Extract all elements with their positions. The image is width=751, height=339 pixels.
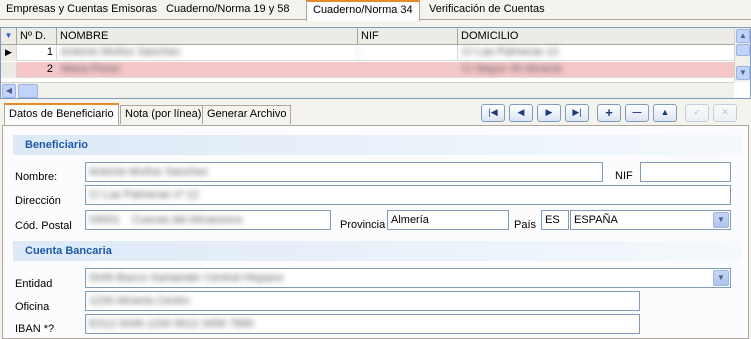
grid-header: ▼ Nº D. NOMBRE NIF DOMICILIO xyxy=(1,28,734,45)
tab-empresas[interactable]: Empresas y Cuentas Emisoras xyxy=(0,0,163,20)
scroll-up-icon[interactable]: ▲ xyxy=(736,29,750,43)
top-tab-bar: Empresas y Cuentas Emisoras Cuaderno/Nor… xyxy=(0,0,751,21)
nombre-field[interactable]: Antonio Muñoz Sanchez xyxy=(85,162,603,182)
row-header xyxy=(1,62,17,78)
cell-num: 2 xyxy=(17,62,57,78)
up-icon[interactable]: ▲ xyxy=(653,104,677,122)
nif-field[interactable] xyxy=(640,162,731,182)
iban-field[interactable]: ES12 0049 1234 5612 3456 7890 xyxy=(85,314,640,334)
col-nombre[interactable]: NOMBRE xyxy=(57,28,358,45)
col-nif[interactable]: NIF xyxy=(358,28,458,45)
grid-horizontal-scrollbar[interactable]: ◀ xyxy=(1,82,734,98)
prev-record-icon[interactable]: ◀ xyxy=(509,104,533,122)
hscroll-thumb[interactable] xyxy=(18,84,38,98)
chevron-down-icon[interactable]: ▼ xyxy=(713,212,729,228)
cell-domicilio: C/ Las Palmeras 12 xyxy=(462,46,559,58)
cell-nombre: Maria Perez xyxy=(57,62,358,78)
tab-verificacion[interactable]: Verificación de Cuentas xyxy=(423,0,551,20)
col-num[interactable]: Nº D. xyxy=(17,28,57,45)
grid-vertical-scrollbar[interactable]: ▲ ▼ xyxy=(734,28,750,82)
pais-code-field[interactable]: ES xyxy=(541,210,569,230)
tab-cuaderno-19-58[interactable]: Cuaderno/Norma 19 y 58 xyxy=(160,0,296,20)
beneficiary-panel: Beneficiario Nombre: Antonio Muñoz Sanch… xyxy=(2,125,749,339)
oficina-label: Oficina xyxy=(15,301,50,313)
tab-datos-beneficiario[interactable]: Datos de Beneficiario xyxy=(4,103,119,125)
nif-label: NIF xyxy=(615,170,633,182)
next-record-icon[interactable]: ▶ xyxy=(537,104,561,122)
nombre-label: Nombre: xyxy=(15,171,58,183)
triangle-down-icon[interactable]: ▼ xyxy=(1,28,17,45)
provincia-field[interactable]: Almería xyxy=(387,210,509,230)
entidad-label: Entidad xyxy=(15,278,53,290)
cell-nif xyxy=(358,62,458,78)
scroll-left-icon[interactable]: ◀ xyxy=(2,84,16,98)
beneficiaries-grid: ▼ Nº D. NOMBRE NIF DOMICILIO ▶ 1 Antonio… xyxy=(0,27,751,99)
tab-cuaderno-34[interactable]: Cuaderno/Norma 34 xyxy=(306,0,420,21)
cell-nombre: Antonio Muñoz Sanchez xyxy=(57,45,358,61)
row-pointer-icon: ▶ xyxy=(1,45,17,61)
first-record-icon[interactable]: |◀ xyxy=(481,104,505,122)
cp-field[interactable]: 04001 Cuevas del Almanzora xyxy=(85,210,331,230)
add-icon[interactable]: + xyxy=(597,104,621,122)
pais-select[interactable]: ESPAÑA ▼ xyxy=(570,210,731,230)
cell-domicilio: C/ Mayor 45 Almeria xyxy=(462,63,562,75)
last-record-icon[interactable]: ▶| xyxy=(565,104,589,122)
table-row[interactable]: 2 Maria Perez C/ Mayor 45 Almeria xyxy=(1,62,734,78)
chevron-down-icon[interactable]: ▼ xyxy=(713,270,729,286)
table-row[interactable]: ▶ 1 Antonio Muñoz Sanchez C/ Las Palmera… xyxy=(1,45,734,61)
cancel-icon: ✕ xyxy=(713,104,737,122)
scroll-thumb[interactable] xyxy=(736,44,750,56)
cp-label: Cód. Postal xyxy=(15,220,72,232)
tab-generar-archivo[interactable]: Generar Archivo xyxy=(202,105,292,124)
section-cuenta-bancaria: Cuenta Bancaria xyxy=(13,241,741,261)
provincia-label: Provincia xyxy=(340,219,386,231)
direccion-label: Dirección xyxy=(15,195,61,207)
tab-nota-linea[interactable]: Nota (por línea) xyxy=(120,105,207,124)
scroll-down-icon[interactable]: ▼ xyxy=(736,66,750,80)
oficina-field[interactable]: 1234 Almeria Centro xyxy=(85,291,640,311)
cell-num: 1 xyxy=(17,45,57,61)
direccion-field[interactable]: C/ Las Palmeras nº 12 xyxy=(85,185,731,205)
delete-icon[interactable]: — xyxy=(625,104,649,122)
pais-label: País xyxy=(514,219,537,231)
entidad-select[interactable]: 0049 Banco Santander Central Hispano ▼ xyxy=(85,268,731,288)
col-domicilio[interactable]: DOMICILIO xyxy=(458,28,734,45)
cell-nif xyxy=(358,45,458,61)
section-beneficiario: Beneficiario xyxy=(13,135,741,155)
confirm-icon: ✓ xyxy=(685,104,709,122)
iban-label: IBAN *? xyxy=(15,323,55,335)
